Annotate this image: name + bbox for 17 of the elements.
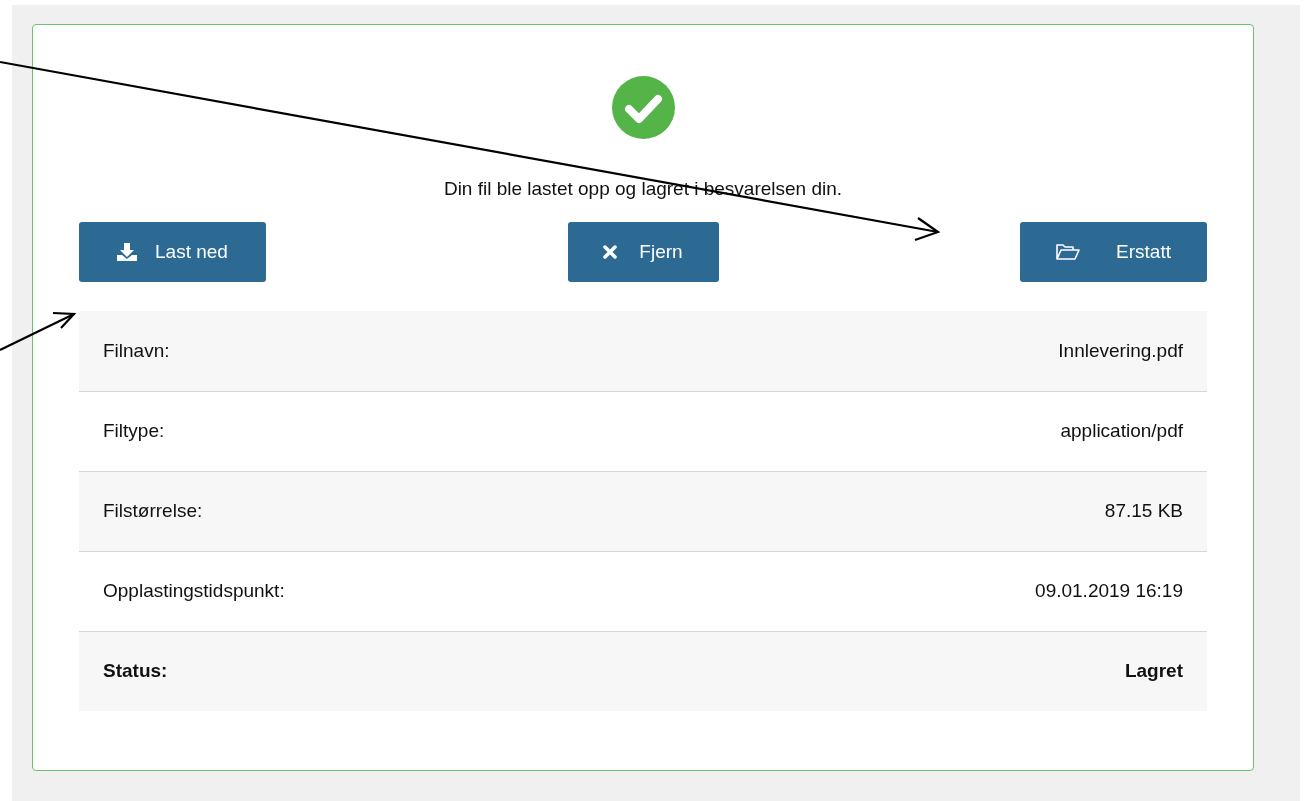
detail-label: Filtype: [103,419,165,444]
detail-value: application/pdf [1060,419,1183,444]
detail-label: Opplastingstidspunkt: [103,579,285,604]
folder-icon [1056,243,1081,261]
download-button[interactable]: Last ned [79,222,266,282]
detail-value: Lagret [1124,659,1183,684]
detail-value: Innlevering.pdf [1058,338,1183,363]
close-icon [603,245,618,259]
detail-label: Filnavn: [103,338,170,363]
replace-button[interactable]: Erstatt [1020,222,1207,282]
check-circle-icon [611,76,675,139]
download-icon [117,243,138,261]
remove-button[interactable]: Fjern [567,222,719,282]
detail-value: 09.01.2019 16:19 [1035,579,1183,604]
detail-label: Status: [103,659,168,684]
detail-value: 87.15 KB [1104,499,1183,524]
detail-label: Filstørrelse: [103,499,203,524]
